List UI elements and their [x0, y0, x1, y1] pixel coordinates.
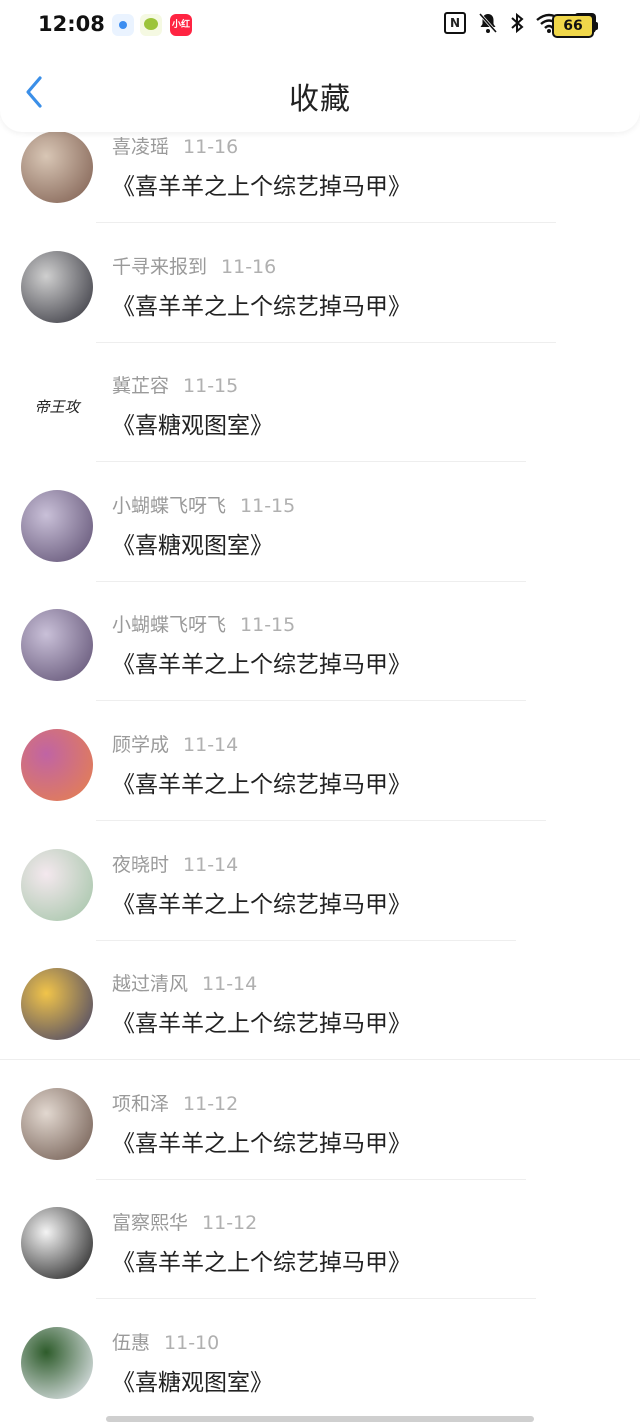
author-row: 夜晓时 11-14 [112, 850, 238, 877]
author-name[interactable]: 顾学成 [112, 734, 169, 756]
favorite-date: 11-15 [240, 494, 296, 517]
header: 收藏 [0, 52, 640, 132]
list-item[interactable]: 千寻来报到 11-16 《喜羊羊之上个综艺掉马甲》 [0, 204, 640, 343]
work-title[interactable]: 《喜羊羊之上个综艺掉马甲》 [112, 1004, 411, 1038]
author-name[interactable]: 富察熙华 [112, 1212, 188, 1234]
favorite-date: 11-10 [164, 1331, 220, 1354]
author-row: 项和泽 11-12 [112, 1089, 238, 1116]
author-name[interactable]: 越过清风 [112, 973, 188, 995]
author-name[interactable]: 小蝴蝶飞呀飞 [112, 614, 226, 636]
avatar[interactable] [21, 1087, 93, 1160]
app-icon [112, 14, 134, 36]
list-item[interactable]: 小蝴蝶飞呀飞 11-15 《喜糖观图室》 [0, 443, 640, 582]
list-item[interactable]: 帝王攻 冀芷容 11-15 《喜糖观图室》 [0, 323, 640, 463]
author-row: 小蝴蝶飞呀飞 11-15 [112, 491, 295, 518]
work-title[interactable]: 《喜羊羊之上个综艺掉马甲》 [112, 1124, 411, 1158]
work-title[interactable]: 《喜羊羊之上个综艺掉马甲》 [112, 1243, 411, 1277]
favorite-date: 11-12 [183, 1092, 239, 1115]
app-icon [140, 14, 162, 36]
work-title[interactable]: 《喜羊羊之上个综艺掉马甲》 [112, 885, 411, 919]
home-indicator[interactable] [106, 1416, 534, 1422]
author-name[interactable]: 千寻来报到 [112, 256, 207, 278]
favorite-date: 11-12 [202, 1212, 258, 1235]
status-time: 12:08 [38, 12, 105, 36]
list-item[interactable]: 小蝴蝶飞呀飞 11-15 《喜羊羊之上个综艺掉马甲》 [0, 562, 640, 702]
author-name[interactable]: 小蝴蝶飞呀飞 [112, 495, 226, 517]
author-name[interactable]: 冀芷容 [112, 375, 169, 397]
author-name[interactable]: 夜晓时 [112, 854, 169, 876]
battery-icon: 66 [552, 14, 598, 38]
author-row: 伍惠 11-10 [112, 1328, 219, 1355]
avatar[interactable] [21, 1326, 93, 1399]
avatar[interactable] [21, 848, 93, 921]
avatar[interactable] [21, 131, 93, 203]
author-row: 顾学成 11-14 [112, 730, 238, 757]
author-row: 小蝴蝶飞呀飞 11-15 [112, 610, 295, 637]
author-name[interactable]: 喜凌瑶 [112, 136, 169, 158]
work-title[interactable]: 《喜糖观图室》 [112, 526, 273, 560]
list-item[interactable]: 夜晓时 11-14 《喜羊羊之上个综艺掉马甲》 [0, 802, 640, 941]
work-title[interactable]: 《喜糖观图室》 [112, 406, 273, 440]
work-title[interactable]: 《喜羊羊之上个综艺掉马甲》 [112, 765, 411, 799]
author-name[interactable]: 项和泽 [112, 1093, 169, 1115]
author-row: 越过清风 11-14 [112, 969, 257, 996]
work-title[interactable]: 《喜羊羊之上个综艺掉马甲》 [112, 167, 411, 201]
favorite-date: 11-14 [183, 733, 239, 756]
author-row: 喜凌瑶 11-16 [112, 132, 238, 159]
list-item[interactable]: 项和泽 11-12 《喜羊羊之上个综艺掉马甲》 [0, 1041, 640, 1180]
favorite-date: 11-16 [221, 255, 277, 278]
author-row: 千寻来报到 11-16 [112, 252, 276, 279]
xiaohongshu-icon: 小红书 [170, 14, 192, 52]
bell-off-icon [478, 13, 498, 33]
favorites-list: 喜凌瑶 11-16 《喜羊羊之上个综艺掉马甲》 千寻来报到 11-16 《喜羊羊之上个综艺… [0, 84, 640, 1400]
avatar[interactable] [21, 968, 93, 1041]
author-row: 富察熙华 11-12 [112, 1208, 257, 1235]
favorite-date: 11-15 [240, 614, 296, 637]
page-title: 收藏 [289, 82, 351, 117]
work-title[interactable]: 《喜羊羊之上个综艺掉马甲》 [112, 287, 411, 321]
favorite-date: 11-14 [183, 853, 239, 876]
list-item[interactable]: 伍惠 11-10 《喜糖观图室》 [0, 1280, 640, 1400]
list-item[interactable]: 富察熙华 11-12 《喜羊羊之上个综艺掉马甲》 [0, 1160, 640, 1300]
author-row: 冀芷容 11-15 [112, 371, 238, 398]
avatar[interactable]: 帝王攻 [21, 370, 93, 443]
avatar[interactable] [21, 728, 93, 801]
work-title[interactable]: 《喜羊羊之上个综艺掉马甲》 [112, 645, 411, 679]
list-item[interactable]: 顾学成 11-14 《喜羊羊之上个综艺掉马甲》 [0, 682, 640, 821]
list-item[interactable]: 越过清风 11-14 《喜羊羊之上个综艺掉马甲》 [0, 921, 640, 1061]
avatar[interactable] [21, 609, 93, 682]
favorite-date: 11-16 [183, 136, 239, 158]
favorite-date: 11-14 [202, 973, 258, 996]
nfc-icon: N [444, 12, 466, 34]
avatar[interactable] [21, 250, 93, 323]
favorite-date: 11-15 [183, 375, 239, 398]
bluetooth-icon [511, 12, 524, 34]
author-name[interactable]: 伍惠 [112, 1332, 150, 1354]
status-bar: 12:08 小红书 N ✕ 66 [0, 0, 640, 52]
avatar[interactable] [21, 489, 93, 562]
work-title[interactable]: 《喜糖观图室》 [112, 1363, 273, 1397]
avatar[interactable] [21, 1207, 93, 1280]
